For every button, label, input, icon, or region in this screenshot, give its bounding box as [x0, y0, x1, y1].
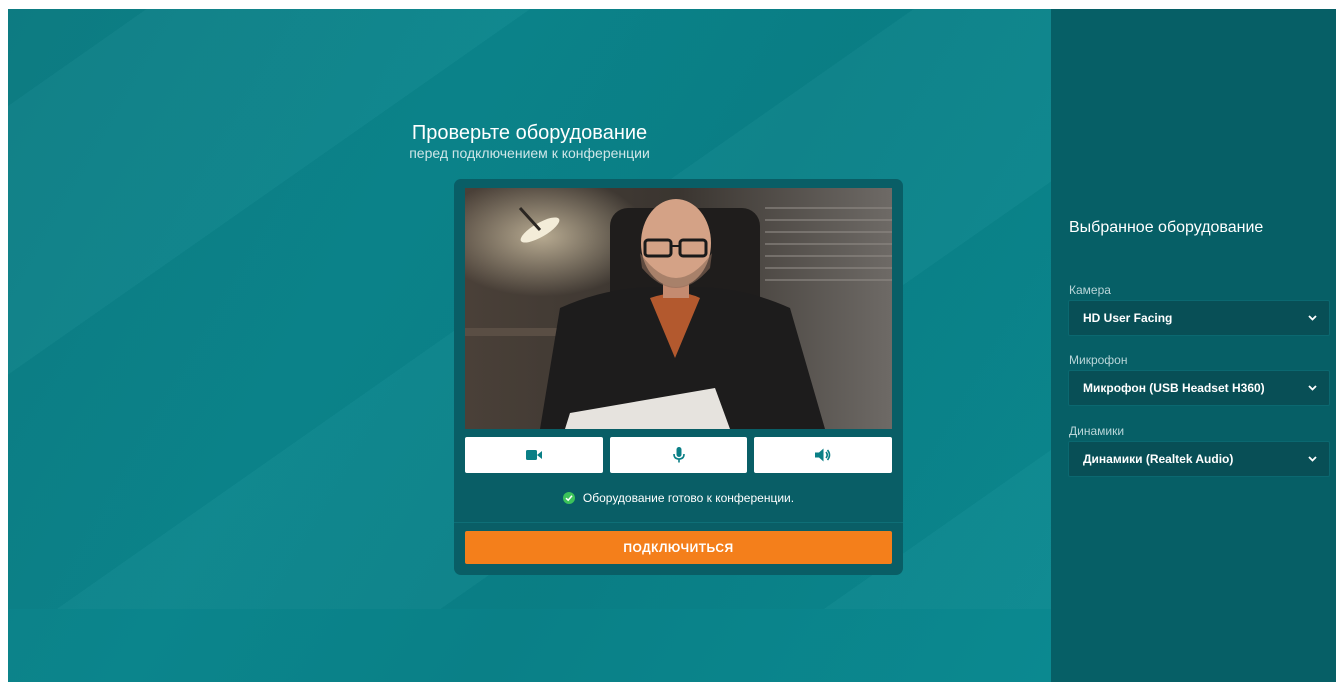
speaker-icon — [815, 448, 831, 462]
check-circle-icon — [562, 492, 575, 504]
camera-label: Камера — [1069, 283, 1111, 297]
sidebar-title: Выбранное оборудование — [1069, 219, 1264, 236]
camera-preview-image — [465, 188, 892, 429]
speakers-label: Динамики — [1069, 424, 1125, 438]
microphone-select-value: Микрофон (USB Headset H360) — [1083, 381, 1265, 395]
camera-select[interactable]: HD User Facing — [1068, 300, 1330, 336]
microphone-label: Микрофон — [1069, 353, 1128, 367]
microphone-toggle-button[interactable] — [609, 437, 748, 473]
preview-card: Оборудование готово к конференции. ПОДКЛ… — [454, 179, 903, 575]
speakers-select[interactable]: Динамики (Realtek Audio) — [1068, 441, 1330, 477]
microphone-select[interactable]: Микрофон (USB Headset H360) — [1068, 370, 1330, 406]
video-camera-icon — [525, 450, 542, 460]
camera-select-value: HD User Facing — [1083, 311, 1173, 325]
card-divider — [454, 522, 903, 523]
chevron-down-icon — [1308, 385, 1317, 391]
speakers-select-value: Динамики (Realtek Audio) — [1083, 452, 1234, 466]
chevron-down-icon — [1308, 315, 1317, 321]
connect-button[interactable]: ПОДКЛЮЧИТЬСЯ — [465, 531, 892, 564]
chevron-down-icon — [1308, 456, 1317, 462]
readiness-status: Оборудование готово к конференции. — [454, 491, 903, 505]
camera-toggle-button[interactable] — [465, 437, 603, 473]
page-subtitle: перед подключением к конференции — [409, 145, 650, 161]
page-header: Проверьте оборудование перед подключение… — [8, 121, 1051, 162]
app-window: Проверьте оборудование перед подключение… — [8, 9, 1336, 682]
equipment-sidebar: Выбранное оборудование Камера HD User Fa… — [1051, 9, 1336, 682]
camera-preview — [465, 188, 892, 429]
page-title: Проверьте оборудование — [411, 122, 648, 144]
main-panel: Проверьте оборудование перед подключение… — [8, 9, 1051, 682]
device-controls — [465, 437, 893, 473]
microphone-icon — [672, 447, 685, 463]
status-text: Оборудование готово к конференции. — [582, 491, 795, 505]
speaker-toggle-button[interactable] — [754, 437, 893, 473]
